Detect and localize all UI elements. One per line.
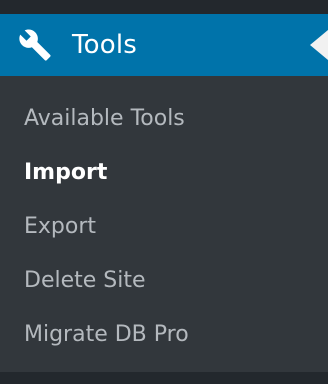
submenu-item-import[interactable]: Import [0, 146, 328, 200]
wrench-icon [16, 26, 54, 64]
tools-submenu: Available Tools Import Export Delete Sit… [0, 76, 328, 372]
submenu-item-delete-site[interactable]: Delete Site [0, 254, 328, 308]
current-menu-arrow-icon [310, 30, 328, 60]
tools-menu-header[interactable]: Tools [0, 14, 328, 76]
menu-top-strip [0, 0, 328, 14]
submenu-item-migrate-db-pro[interactable]: Migrate DB Pro [0, 308, 328, 362]
admin-sidebar-menu: Tools Available Tools Import Export Dele… [0, 0, 328, 384]
submenu-item-available-tools[interactable]: Available Tools [0, 92, 328, 146]
tools-menu-title: Tools [72, 30, 138, 60]
submenu-item-export[interactable]: Export [0, 200, 328, 254]
